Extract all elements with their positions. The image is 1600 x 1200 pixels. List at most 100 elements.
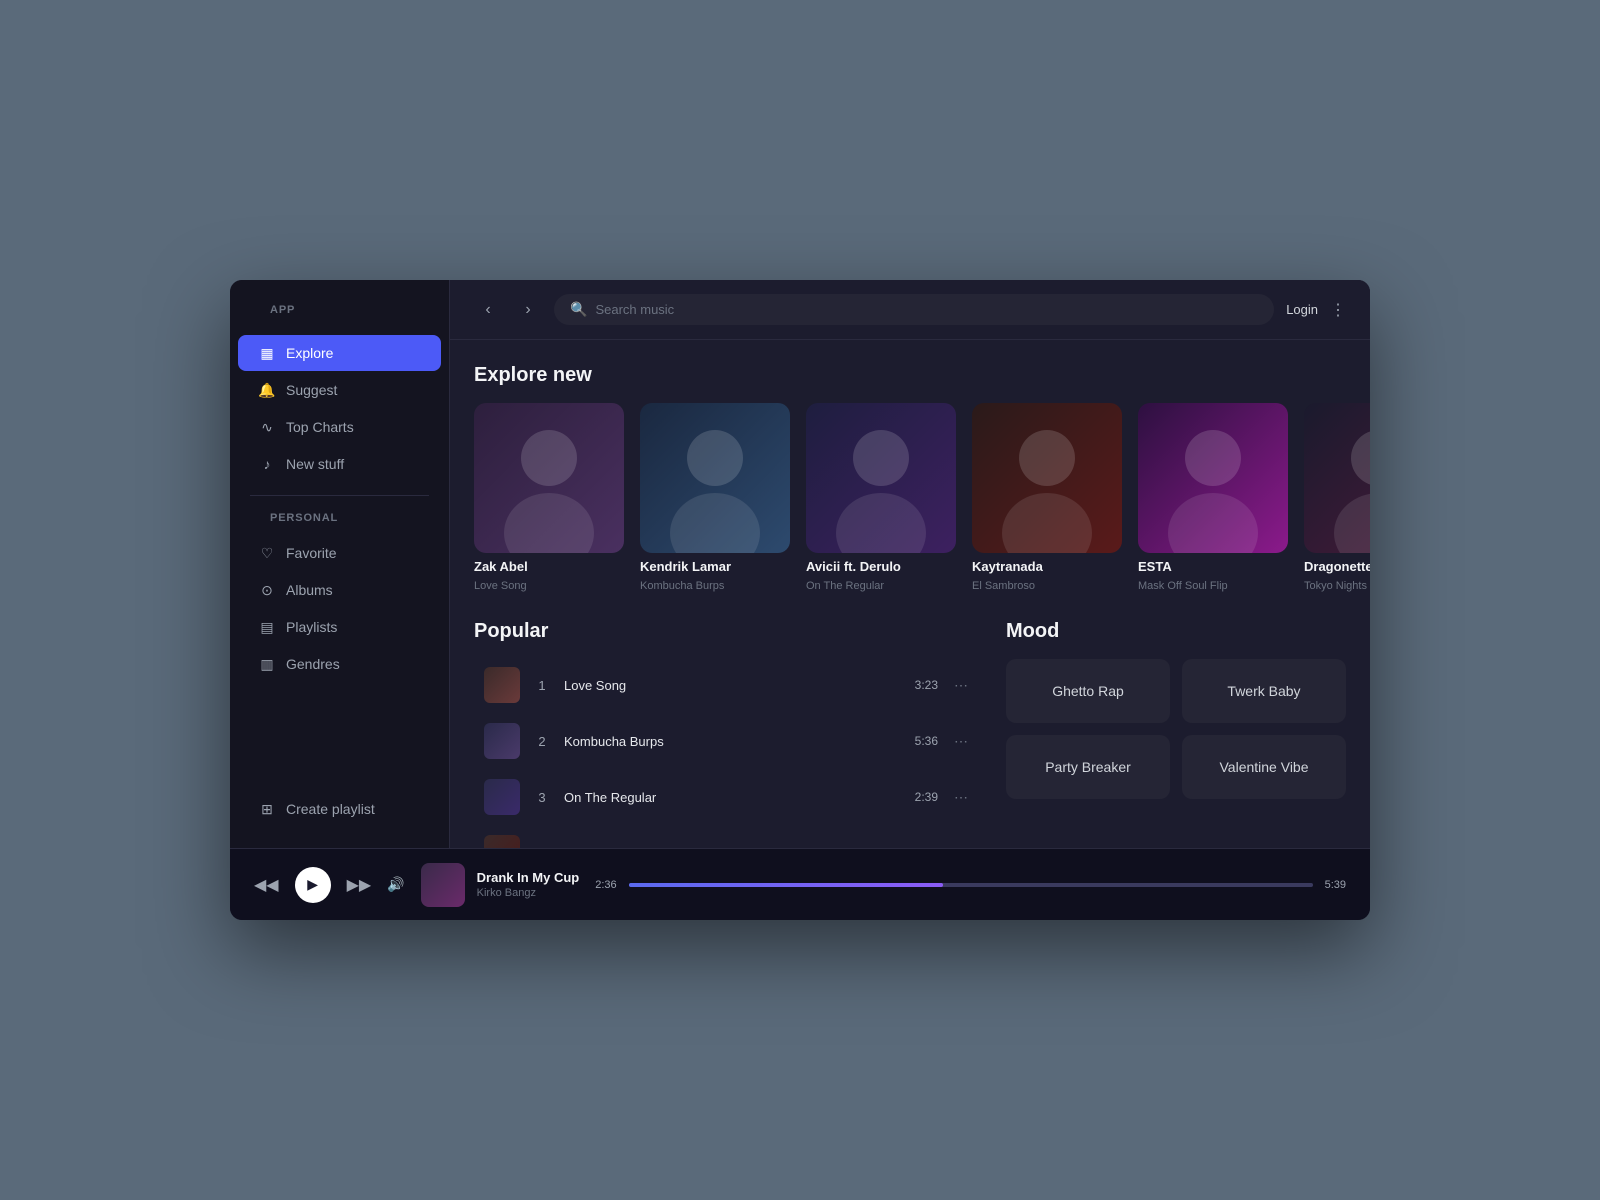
prev-button[interactable]: ◀◀ (254, 875, 279, 895)
artist-card-6[interactable]: Dragonette Tokyo Nights (1304, 403, 1370, 592)
track-more-btn-1[interactable]: ⋯ (950, 675, 972, 696)
sidebar-label-explore: Explore (286, 345, 333, 361)
search-icon: 🔍 (570, 301, 587, 318)
track-duration-1: 3:23 (915, 678, 938, 692)
track-item-3[interactable]: 3 On The Regular 2:39 ⋯ (474, 771, 982, 823)
next-button[interactable]: ▶▶ (347, 875, 372, 895)
artist-image-1 (474, 403, 624, 553)
two-column-layout: Popular 1 Love Song 3:23 ⋯ 2 Kombucha Bu… (474, 620, 1346, 848)
sidebar-label-suggest: Suggest (286, 382, 337, 398)
sidebar-label-playlists: Playlists (286, 619, 337, 635)
track-thumb-3 (484, 779, 520, 815)
now-playing-thumb (421, 863, 465, 907)
now-playing: Drank In My Cup Kirko Bangz (421, 863, 580, 907)
search-bar: 🔍 (554, 294, 1274, 325)
artist-song-6: Tokyo Nights (1304, 580, 1370, 592)
create-playlist-button[interactable]: ⊞ Create playlist (238, 791, 441, 827)
artist-name-2: Kendrik Lamar (640, 559, 790, 574)
gendres-icon: ▥ (258, 655, 276, 673)
sidebar-bottom: ⊞ Create playlist (230, 790, 449, 828)
track-duration-2: 5:36 (915, 734, 938, 748)
suggest-icon: 🔔 (258, 381, 276, 399)
explore-icon: ▦ (258, 344, 276, 362)
track-duration-3: 2:39 (915, 790, 938, 804)
progress-track[interactable] (629, 883, 1313, 887)
favorite-icon: ♡ (258, 544, 276, 562)
artist-song-3: On The Regular (806, 580, 956, 592)
artist-image-3 (806, 403, 956, 553)
sidebar-item-suggest[interactable]: 🔔 Suggest (238, 372, 441, 408)
sidebar-item-favorite[interactable]: ♡Favorite (238, 535, 441, 571)
artist-song-1: Love Song (474, 580, 624, 592)
artist-card-5[interactable]: ESTA Mask Off Soul Flip (1138, 403, 1288, 592)
personal-section: ♡Favorite ⊙ Albums ▤ Playlists ▥ Gendres (230, 534, 449, 683)
artist-image-5 (1138, 403, 1288, 553)
player-bar: ◀◀ ▶ ▶▶ 🔊 Drank In My Cup Kirko Bangz 2:… (230, 848, 1370, 920)
sidebar-label-albums: Albums (286, 582, 333, 598)
top-charts-icon: ∿ (258, 418, 276, 436)
artist-name-6: Dragonette (1304, 559, 1370, 574)
mood-section-title: Mood (1006, 620, 1346, 643)
progress-fill (629, 883, 944, 887)
current-time: 2:36 (595, 879, 616, 891)
mood-card-valentine-vibe[interactable]: Valentine Vibe (1182, 735, 1346, 799)
track-item-2[interactable]: 2 Kombucha Burps 5:36 ⋯ (474, 715, 982, 767)
login-button[interactable]: Login (1286, 302, 1318, 317)
mood-card-ghetto-rap[interactable]: Ghetto Rap (1006, 659, 1170, 723)
player-controls: ◀◀ ▶ ▶▶ (254, 867, 371, 903)
search-input[interactable] (595, 302, 1258, 317)
sidebar-label-gendres: Gendres (286, 656, 340, 672)
track-more-btn-3[interactable]: ⋯ (950, 787, 972, 808)
play-button[interactable]: ▶ (295, 867, 331, 903)
topbar: ‹ › 🔍 Login ⋮ (450, 280, 1370, 340)
more-options-button[interactable]: ⋮ (1330, 300, 1346, 320)
forward-button[interactable]: › (514, 296, 542, 324)
now-playing-title: Drank In My Cup (477, 870, 580, 885)
track-more-btn-2[interactable]: ⋯ (950, 731, 972, 752)
track-name-3: On The Regular (564, 790, 903, 805)
artist-image-6 (1304, 403, 1370, 553)
sidebar-item-explore[interactable]: ▦ Explore (238, 335, 441, 371)
total-time: 5:39 (1325, 879, 1346, 891)
mood-card-party-breaker[interactable]: Party Breaker (1006, 735, 1170, 799)
playlists-icon: ▤ (258, 618, 276, 636)
sidebar-item-top-charts[interactable]: ∿ Top Charts (238, 409, 441, 445)
sidebar-divider (250, 495, 429, 496)
artist-card-3[interactable]: Avicii ft. Derulo On The Regular (806, 403, 956, 592)
sidebar: App ▦ Explore 🔔 Suggest ∿ Top Charts ♪ New stuf… (230, 280, 450, 848)
mood-card-twerk-baby[interactable]: Twerk Baby (1182, 659, 1346, 723)
sidebar-label-top-charts: Top Charts (286, 419, 354, 435)
albums-icon: ⊙ (258, 581, 276, 599)
mood-column: Mood Ghetto RapTwerk BabyParty BreakerVa… (1006, 620, 1346, 848)
sidebar-label-new-stuff: New stuff (286, 456, 344, 472)
artist-card-4[interactable]: Kaytranada El Sambroso (972, 403, 1122, 592)
track-name-2: Kombucha Burps (564, 734, 903, 749)
track-thumb-1 (484, 667, 520, 703)
back-button[interactable]: ‹ (474, 296, 502, 324)
track-item-4[interactable]: 4 El Sambroso 3:26 ⋯ (474, 827, 982, 848)
artist-song-2: Kombucha Burps (640, 580, 790, 592)
nav-section: ▦ Explore 🔔 Suggest ∿ Top Charts ♪ New stuff (230, 334, 449, 483)
volume-icon[interactable]: 🔊 (387, 876, 404, 893)
sidebar-item-playlists[interactable]: ▤ Playlists (238, 609, 441, 645)
new-stuff-icon: ♪ (258, 455, 276, 473)
track-thumb-2 (484, 723, 520, 759)
sidebar-item-gendres[interactable]: ▥ Gendres (238, 646, 441, 682)
create-playlist-label: Create playlist (286, 801, 375, 817)
sidebar-item-new-stuff[interactable]: ♪ New stuff (238, 446, 441, 482)
content-area: ‹ › 🔍 Login ⋮ Explore new Z (450, 280, 1370, 848)
artist-image-2 (640, 403, 790, 553)
artist-song-4: El Sambroso (972, 580, 1122, 592)
personal-label: Personal (250, 512, 358, 524)
track-thumb-4 (484, 835, 520, 848)
artist-name-1: Zak Abel (474, 559, 624, 574)
explore-section-title: Explore new (474, 364, 1346, 387)
sidebar-item-albums[interactable]: ⊙ Albums (238, 572, 441, 608)
artist-card-1[interactable]: Zak Abel Love Song (474, 403, 624, 592)
track-item-1[interactable]: 1 Love Song 3:23 ⋯ (474, 659, 982, 711)
artist-name-5: ESTA (1138, 559, 1288, 574)
app-window: App ▦ Explore 🔔 Suggest ∿ Top Charts ♪ New stuf… (230, 280, 1370, 920)
app-label: App (250, 304, 315, 316)
artist-card-2[interactable]: Kendrik Lamar Kombucha Burps (640, 403, 790, 592)
track-num-3: 3 (532, 790, 552, 805)
